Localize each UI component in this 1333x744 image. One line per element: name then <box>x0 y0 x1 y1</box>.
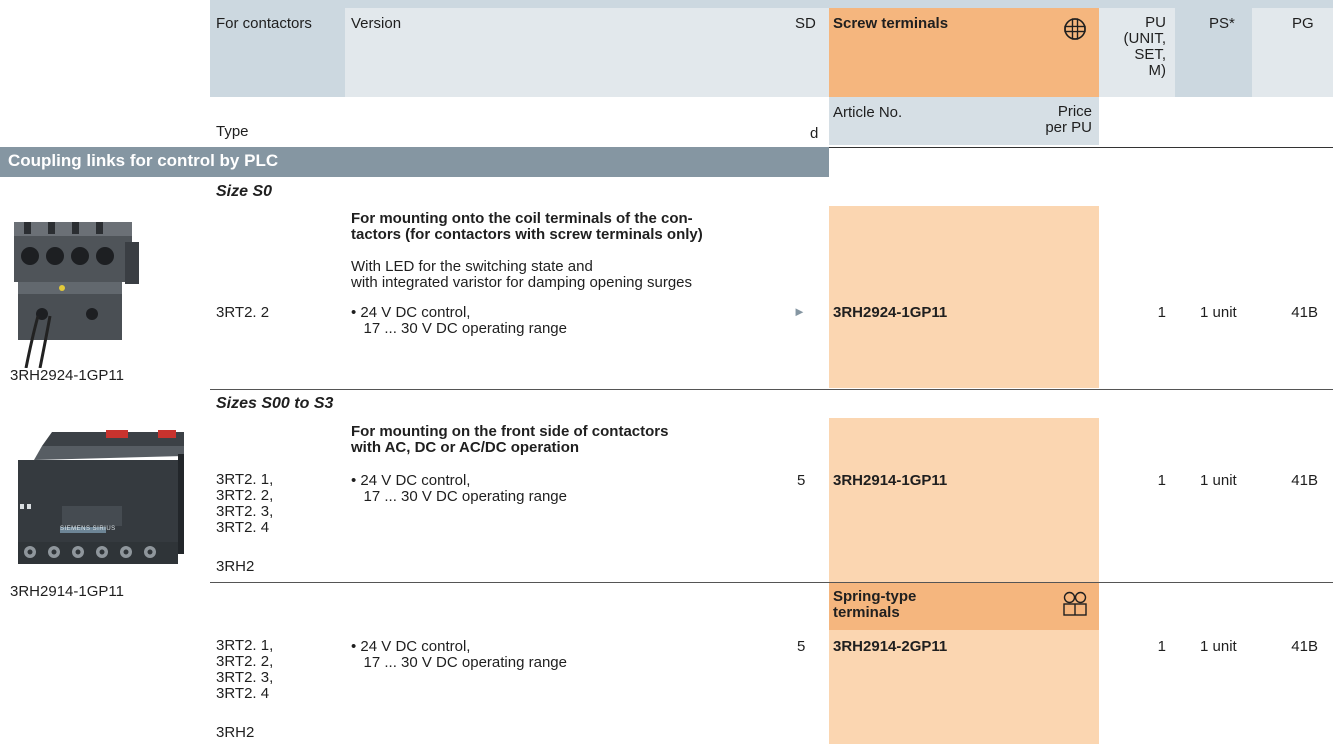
header-type: Type <box>216 123 249 140</box>
photo-caption-3rh2914: 3RH2914-1GP11 <box>10 583 124 600</box>
header-screw-terminals: Screw terminals <box>833 15 949 32</box>
group3-type-3rh2: 3RH2 <box>216 724 255 741</box>
group1-pu: 1 <box>1157 304 1166 321</box>
size-s0-heading: Size S0 <box>216 183 273 200</box>
group1-type: 3RT2. 2 <box>216 304 270 321</box>
group1-version: • 24 V DC control, 17 ... 30 V DC operat… <box>351 304 567 337</box>
section-rule <box>829 147 1333 148</box>
header-for-contactors: For contactors <box>216 15 312 32</box>
group3-ps: 1 unit <box>1200 638 1237 655</box>
group2-description-bold: For mounting on the front side of contac… <box>351 423 669 456</box>
group1-pg: 41B <box>1291 304 1318 321</box>
group3-article-number: 3RH2914-2GP11 <box>833 638 948 655</box>
header-band-version <box>345 8 788 97</box>
header-spring-type-terminals: Spring-type terminals <box>833 588 917 621</box>
product-photo-3rh2924 <box>10 208 150 369</box>
group1-sd-marker: ► <box>793 304 806 319</box>
group2-type-3rh2: 3RH2 <box>216 558 255 575</box>
photo-label-siemens-sirius: SIEMENS SIRIUS <box>60 526 116 532</box>
group1-article-background <box>829 206 1099 388</box>
group2-pu: 1 <box>1157 472 1166 489</box>
header-d: d <box>810 125 819 142</box>
header-ps: PS* <box>1209 15 1235 32</box>
group2-version: • 24 V DC control, 17 ... 30 V DC operat… <box>351 472 567 505</box>
group2-sd: 5 <box>797 472 806 489</box>
group1-ps: 1 unit <box>1200 304 1237 321</box>
group2-separator <box>210 582 1333 583</box>
header-sd: SD <box>795 15 816 32</box>
spring-terminal-icon <box>1062 591 1088 617</box>
header-article-no: Article No. <box>833 104 903 121</box>
screw-terminal-icon <box>1063 17 1087 41</box>
sizes-s00-s3-heading: Sizes S00 to S3 <box>216 395 334 412</box>
group1-description-bold: For mounting onto the coil terminals of … <box>351 210 703 243</box>
group1-separator <box>210 389 1333 390</box>
header-price-per-pu: Price per PU <box>1045 103 1092 136</box>
photo-caption-3rh2924: 3RH2924-1GP11 <box>10 367 124 384</box>
group1-description: With LED for the switching state and wit… <box>351 258 693 291</box>
group2-pg: 41B <box>1291 472 1318 489</box>
group2-article-background <box>829 418 1099 582</box>
group3-pu: 1 <box>1157 638 1166 655</box>
product-photo-3rh2914-terminals <box>12 542 188 572</box>
group1-article-number: 3RH2924-1GP11 <box>833 304 948 321</box>
group3-pg: 41B <box>1291 638 1318 655</box>
header-version: Version <box>351 15 402 32</box>
header-pg: PG <box>1292 15 1314 32</box>
group3-version: • 24 V DC control, 17 ... 30 V DC operat… <box>351 638 567 671</box>
group3-sd: 5 <box>797 638 806 655</box>
group2-article-number: 3RH2914-1GP11 <box>833 472 948 489</box>
header-top-stripe <box>210 0 1333 8</box>
header-pu: PU (UNIT, SET, M) <box>1123 14 1167 79</box>
group3-type: 3RT2. 1, 3RT2. 2, 3RT2. 3, 3RT2. 4 <box>216 637 274 702</box>
section-title: Coupling links for control by PLC <box>8 151 279 170</box>
group2-type: 3RT2. 1, 3RT2. 2, 3RT2. 3, 3RT2. 4 <box>216 471 274 536</box>
group2-ps: 1 unit <box>1200 472 1237 489</box>
